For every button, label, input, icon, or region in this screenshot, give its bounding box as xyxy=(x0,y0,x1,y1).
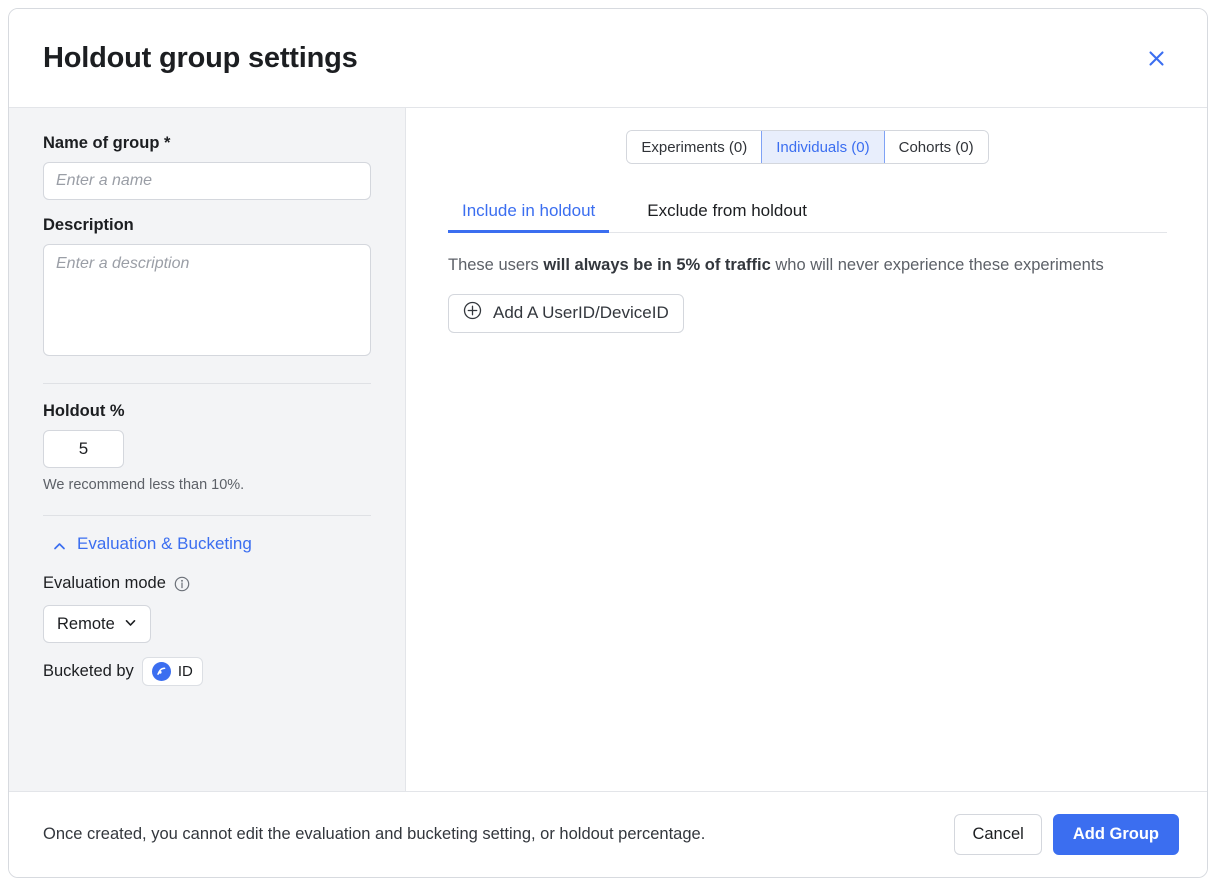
holdout-description: These users will always be in 5% of traf… xyxy=(448,253,1138,278)
bucketed-by-chip: ID xyxy=(142,657,203,686)
holdout-percent-input[interactable] xyxy=(43,430,124,468)
evaluation-bucketing-label: Evaluation & Bucketing xyxy=(77,534,252,554)
chevron-up-icon xyxy=(53,538,66,551)
settings-left-pane: Name of group * Description Holdout % We… xyxy=(9,108,406,791)
footer-note: Once created, you cannot edit the evalua… xyxy=(43,825,705,844)
holdout-percent-hint: We recommend less than 10%. xyxy=(43,477,371,493)
holdout-description-emphasis: will always be in 5% of traffic xyxy=(543,256,770,274)
tab-include-in-holdout[interactable]: Include in holdout xyxy=(448,201,609,233)
evaluation-mode-row: Evaluation mode xyxy=(43,574,371,593)
chevron-down-icon xyxy=(124,615,137,634)
tab-exclude-from-holdout[interactable]: Exclude from holdout xyxy=(633,201,821,233)
add-userid-deviceid-button[interactable]: Add A UserID/DeviceID xyxy=(448,294,684,333)
add-userid-deviceid-label: Add A UserID/DeviceID xyxy=(493,303,669,323)
info-icon[interactable] xyxy=(174,576,190,592)
bucketed-by-row: Bucketed by ID xyxy=(43,657,371,686)
evaluation-mode-value: Remote xyxy=(57,615,115,634)
segmented-control-wrapper: Experiments (0) Individuals (0) Cohorts … xyxy=(448,130,1167,164)
plus-circle-icon xyxy=(463,301,482,325)
divider-holdout xyxy=(43,383,371,384)
segment-cohorts[interactable]: Cohorts (0) xyxy=(885,131,988,163)
description-label: Description xyxy=(43,216,371,235)
name-of-group-label: Name of group * xyxy=(43,134,371,153)
holdout-description-suffix: who will never experience these experime… xyxy=(771,256,1104,274)
dialog-body: Name of group * Description Holdout % We… xyxy=(9,108,1207,791)
holdout-description-prefix: These users xyxy=(448,256,543,274)
segmented-control: Experiments (0) Individuals (0) Cohorts … xyxy=(626,130,988,164)
close-button[interactable] xyxy=(1139,41,1173,75)
statsig-id-icon xyxy=(152,662,171,681)
footer-actions: Cancel Add Group xyxy=(954,814,1179,855)
divider-evaluation xyxy=(43,515,371,516)
evaluation-mode-label: Evaluation mode xyxy=(43,574,166,593)
segment-experiments[interactable]: Experiments (0) xyxy=(627,131,762,163)
evaluation-mode-select[interactable]: Remote xyxy=(43,605,151,643)
cancel-button[interactable]: Cancel xyxy=(954,814,1041,855)
close-icon xyxy=(1147,49,1166,68)
holdout-tabs: Include in holdout Exclude from holdout xyxy=(448,201,1167,233)
evaluation-bucketing-toggle[interactable]: Evaluation & Bucketing xyxy=(43,534,371,554)
add-group-button[interactable]: Add Group xyxy=(1053,814,1179,855)
dialog-header: Holdout group settings xyxy=(9,9,1207,108)
segment-individuals[interactable]: Individuals (0) xyxy=(761,131,884,163)
bucketed-by-value: ID xyxy=(178,663,193,680)
bucketed-by-label: Bucketed by xyxy=(43,662,134,681)
holdout-group-settings-dialog: Holdout group settings Name of group * D… xyxy=(8,8,1208,878)
holdout-percent-label: Holdout % xyxy=(43,402,371,421)
name-of-group-input[interactable] xyxy=(43,162,371,200)
settings-right-pane: Experiments (0) Individuals (0) Cohorts … xyxy=(406,108,1207,791)
dialog-footer: Once created, you cannot edit the evalua… xyxy=(9,791,1207,877)
page-title: Holdout group settings xyxy=(43,42,358,75)
description-input[interactable] xyxy=(43,244,371,356)
